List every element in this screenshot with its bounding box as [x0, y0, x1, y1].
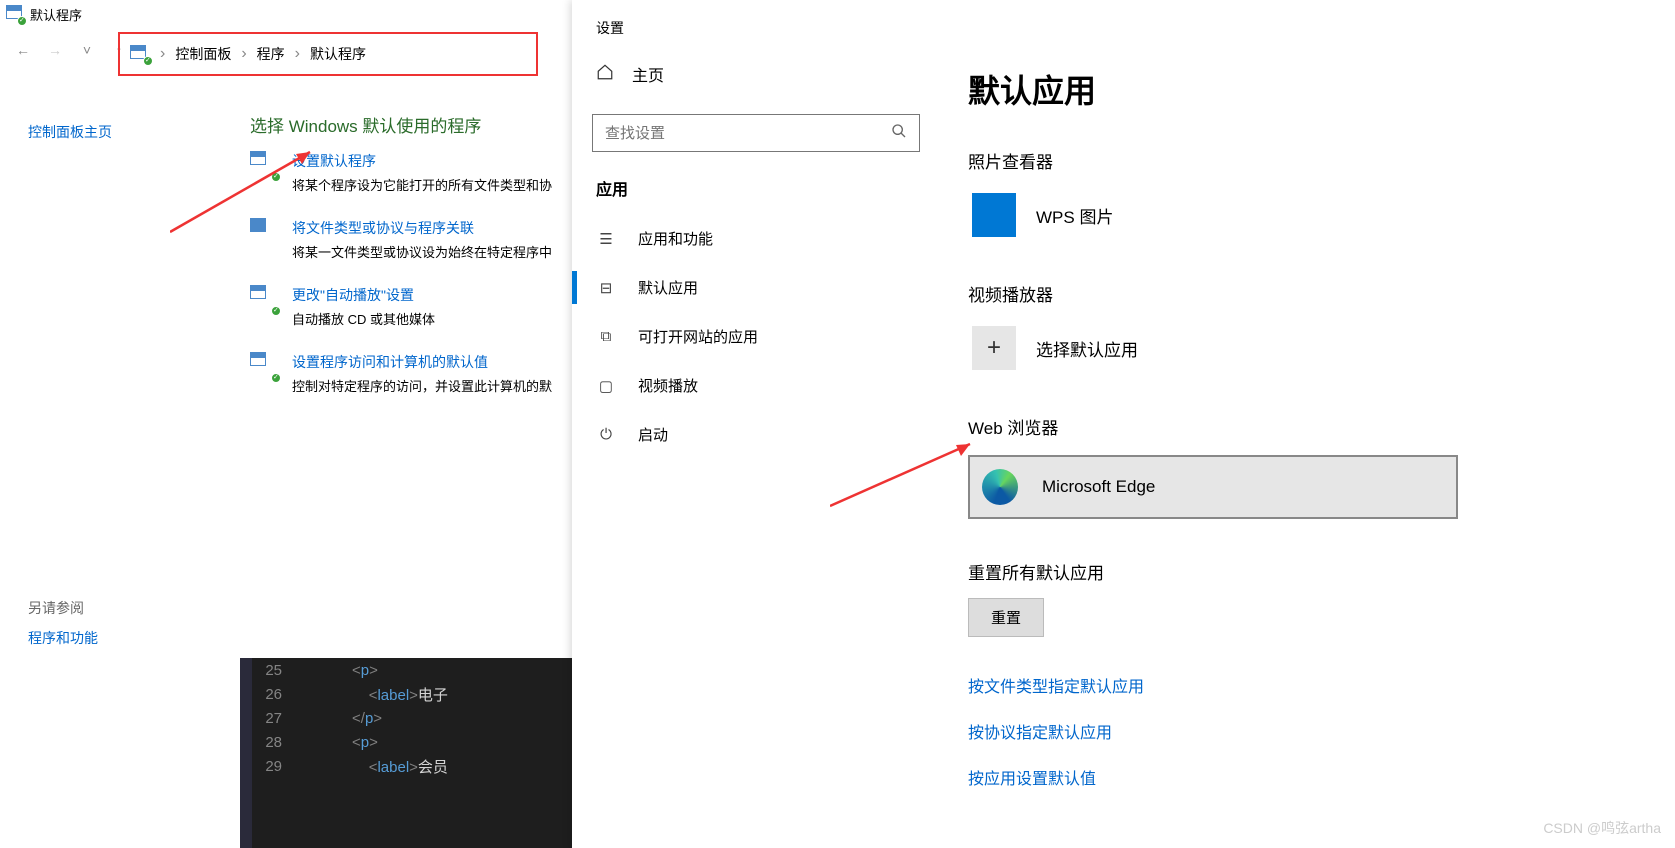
cp-item-desc: 将某一文件类型或协议设为始终在特定程序中	[292, 242, 552, 261]
line-no: 25	[252, 662, 302, 679]
photo-viewer-heading: 照片查看器	[968, 148, 1647, 173]
cp-sidebar: 控制面板主页	[0, 112, 250, 419]
nav-section-heading: 应用	[596, 176, 916, 200]
default-icon: ⊟	[596, 279, 616, 297]
link-by-app[interactable]: 按应用设置默认值	[968, 765, 1647, 789]
nav-back-icon[interactable]: ←	[12, 42, 34, 58]
nav-label: 默认应用	[638, 277, 698, 298]
edge-icon	[978, 465, 1022, 509]
nav-video-playback[interactable]: ▢ 视频播放	[592, 361, 920, 410]
access-icon	[250, 352, 278, 380]
nav-label: 应用和功能	[638, 228, 713, 249]
settings-window: 设置 主页 应用 ☰ 应用和功能 ⊟ 默认应用 ⧉ 可打开网站的应用 ▢ 视频播放 ⏻ 启…	[572, 0, 1675, 848]
cp-item-assoc: 将文件类型或协议与程序关联 将某一文件类型或协议设为始终在特定程序中	[250, 218, 572, 261]
code-text: </p>	[302, 710, 382, 727]
startup-icon: ⏻	[596, 426, 616, 443]
tile-label: Microsoft Edge	[1042, 477, 1155, 497]
web-browser-tile[interactable]: Microsoft Edge	[968, 455, 1458, 519]
nav-home[interactable]: 主页	[592, 48, 920, 100]
search-input[interactable]	[605, 125, 855, 142]
cp-titlebar: 默认程序	[0, 0, 572, 28]
set-default-icon	[250, 151, 278, 179]
cp-home-link[interactable]: 控制面板主页	[28, 124, 112, 140]
search-input-wrap[interactable]	[592, 114, 920, 152]
chevron-right-icon: ›	[241, 45, 246, 63]
code-text: <p>	[302, 734, 378, 751]
open-icon: ⧉	[596, 328, 616, 345]
more-links: 按文件类型指定默认应用 按协议指定默认应用 按应用设置默认值	[968, 673, 1647, 789]
cp-main: 选择 Windows 默认使用的程序 设置默认程序 将某个程序设为它能打开的所有…	[250, 112, 572, 419]
settings-nav: 主页 应用 ☰ 应用和功能 ⊟ 默认应用 ⧉ 可打开网站的应用 ▢ 视频播放 ⏻ 启动	[572, 48, 940, 811]
cp-item-desc: 将某个程序设为它能打开的所有文件类型和协	[292, 175, 552, 194]
cp-item-title[interactable]: 设置程序访问和计算机的默认值	[292, 352, 552, 372]
list-icon: ☰	[596, 230, 616, 248]
main-heading: 默认应用	[968, 66, 1647, 112]
cp-heading: 选择 Windows 默认使用的程序	[250, 112, 572, 137]
code-text: <label>会员	[302, 756, 448, 777]
see-also-heading: 另请参阅	[28, 598, 98, 618]
cp-item-access: 设置程序访问和计算机的默认值 控制对特定程序的访问，并设置此计算机的默	[250, 352, 572, 395]
cp-item-set-default: 设置默认程序 将某个程序设为它能打开的所有文件类型和协	[250, 151, 572, 194]
code-text: <p>	[302, 662, 378, 679]
cp-item-desc: 控制对特定程序的访问，并设置此计算机的默	[292, 376, 552, 395]
chevron-right-icon: ›	[295, 45, 300, 63]
nav-label: 可打开网站的应用	[638, 326, 758, 347]
video-icon: ▢	[596, 377, 616, 395]
programs-features-link[interactable]: 程序和功能	[28, 630, 98, 646]
assoc-icon	[250, 218, 278, 246]
line-no: 27	[252, 710, 302, 727]
cp-see-also: 另请参阅 程序和功能	[28, 598, 98, 648]
nav-website-apps[interactable]: ⧉ 可打开网站的应用	[592, 312, 920, 361]
nav-default-apps[interactable]: ⊟ 默认应用	[592, 263, 920, 312]
wps-photo-icon	[972, 193, 1016, 237]
nav-apps-features[interactable]: ☰ 应用和功能	[592, 214, 920, 263]
home-icon	[596, 63, 614, 86]
watermark: CSDN @鸣弦artha	[1543, 818, 1661, 838]
tile-label: 选择默认应用	[1036, 336, 1138, 361]
nav-label: 启动	[638, 424, 668, 445]
settings-main: 默认应用 照片查看器 WPS 图片 视频播放器 + 选择默认应用 Web 浏览器…	[940, 48, 1675, 811]
nav-home-label: 主页	[632, 62, 664, 86]
nav-dropdown-icon[interactable]: ˅	[76, 42, 98, 58]
video-player-heading: 视频播放器	[968, 281, 1647, 306]
cp-item-desc: 自动播放 CD 或其他媒体	[292, 309, 435, 328]
line-no: 26	[252, 686, 302, 703]
cp-title: 默认程序	[30, 5, 82, 24]
cp-item-title[interactable]: 更改"自动播放"设置	[292, 285, 435, 305]
nav-label: 视频播放	[638, 375, 698, 396]
reset-button[interactable]: 重置	[968, 598, 1044, 637]
tile-label: WPS 图片	[1036, 203, 1113, 228]
plus-icon: +	[972, 326, 1016, 370]
line-no: 28	[252, 734, 302, 751]
web-browser-heading: Web 浏览器	[968, 414, 1647, 439]
breadcrumb-0[interactable]: 控制面板	[175, 44, 231, 64]
search-icon	[891, 123, 907, 144]
nav-forward-icon[interactable]: →	[44, 42, 66, 58]
code-editor[interactable]: 25 <p> 26 <label>电子 27 </p> 28 <p> 29 <l…	[252, 658, 572, 848]
cp-item-title[interactable]: 将文件类型或协议与程序关联	[292, 218, 552, 238]
address-bar[interactable]: › 控制面板 › 程序 › 默认程序	[118, 32, 538, 76]
breadcrumb-1[interactable]: 程序	[257, 44, 285, 64]
breadcrumb-2[interactable]: 默认程序	[310, 44, 366, 64]
cp-app-icon	[6, 5, 24, 23]
chevron-right-icon: ›	[160, 45, 165, 63]
settings-title: 设置	[572, 0, 1675, 48]
code-text: <label>电子	[302, 684, 448, 705]
address-icon	[130, 45, 150, 63]
autoplay-icon	[250, 285, 278, 313]
link-by-protocol[interactable]: 按协议指定默认应用	[968, 719, 1647, 743]
reset-heading: 重置所有默认应用	[968, 559, 1647, 584]
photo-viewer-tile[interactable]: WPS 图片	[968, 189, 1458, 241]
cp-item-title[interactable]: 设置默认程序	[292, 151, 552, 171]
code-gutter	[240, 658, 252, 848]
nav-startup[interactable]: ⏻ 启动	[592, 410, 920, 459]
link-by-filetype[interactable]: 按文件类型指定默认应用	[968, 673, 1647, 697]
video-player-tile[interactable]: + 选择默认应用	[968, 322, 1458, 374]
cp-item-autoplay: 更改"自动播放"设置 自动播放 CD 或其他媒体	[250, 285, 572, 328]
line-no: 29	[252, 758, 302, 775]
